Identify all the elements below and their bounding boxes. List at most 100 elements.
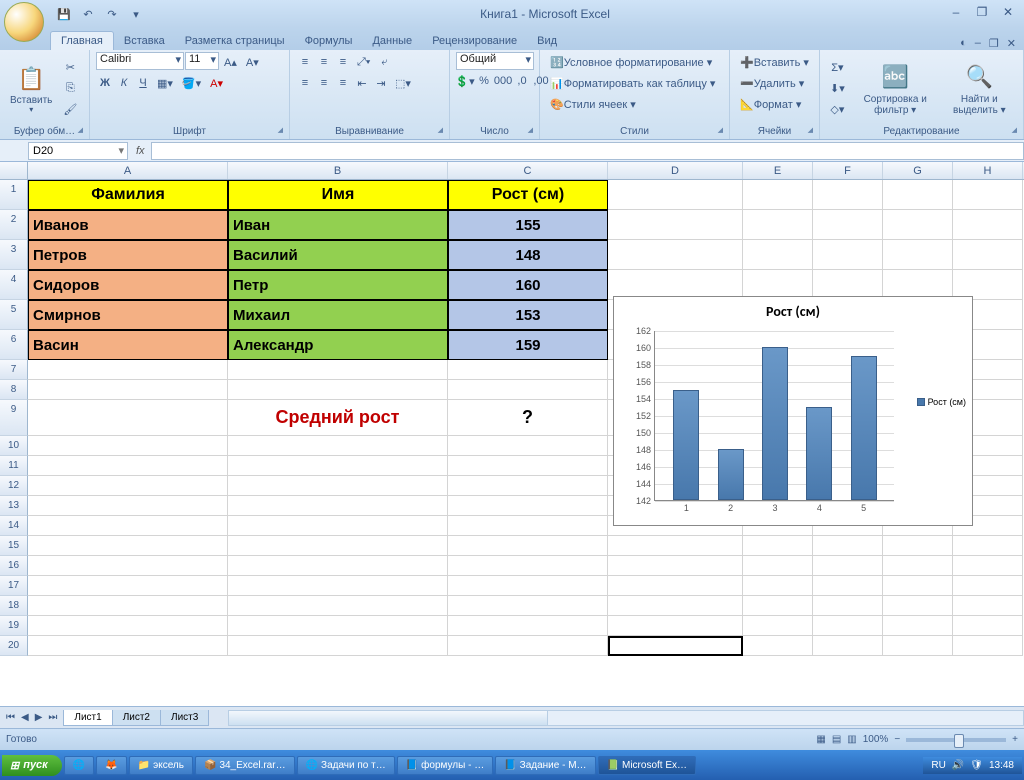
delete-cells-button[interactable]: ➖ Удалить ▾: [736, 73, 813, 93]
cell-G3[interactable]: [883, 240, 953, 270]
cell-G16[interactable]: [883, 556, 953, 576]
row-header-10[interactable]: 10: [0, 436, 28, 456]
qat-customize[interactable]: ▾: [126, 4, 146, 24]
cell-H18[interactable]: [953, 596, 1023, 616]
cell-B10[interactable]: [228, 436, 448, 456]
column-header-E[interactable]: E: [743, 162, 813, 179]
cell-C4[interactable]: 160: [448, 270, 608, 300]
cell-A17[interactable]: [28, 576, 228, 596]
cell-B8[interactable]: [228, 380, 448, 400]
zoom-in-button[interactable]: +: [1012, 734, 1018, 745]
cell-G2[interactable]: [883, 210, 953, 240]
cell-A5[interactable]: Смирнов: [28, 300, 228, 330]
cell-F16[interactable]: [813, 556, 883, 576]
embedded-chart[interactable]: Рост (см) 142144146148150152154156158160…: [613, 296, 973, 526]
cell-D16[interactable]: [608, 556, 743, 576]
cell-A11[interactable]: [28, 456, 228, 476]
cell-A20[interactable]: [28, 636, 228, 656]
conditional-formatting-button[interactable]: 🔢 Условное форматирование ▾: [546, 52, 723, 72]
increase-indent-button[interactable]: ⇥: [372, 73, 390, 93]
cell-H17[interactable]: [953, 576, 1023, 596]
row-header-8[interactable]: 8: [0, 380, 28, 400]
cell-C7[interactable]: [448, 360, 608, 380]
decrease-font-button[interactable]: A▾: [242, 52, 263, 72]
zoom-out-button[interactable]: −: [894, 734, 900, 745]
row-header-6[interactable]: 6: [0, 330, 28, 360]
fill-button[interactable]: ⬇▾: [826, 79, 849, 99]
taskbar-item-6[interactable]: 📗 Microsoft Ex…: [598, 756, 696, 775]
cell-A9[interactable]: [28, 400, 228, 436]
view-page-layout-button[interactable]: ▤: [832, 734, 841, 745]
cell-B18[interactable]: [228, 596, 448, 616]
cell-B11[interactable]: [228, 456, 448, 476]
cell-D3[interactable]: [608, 240, 743, 270]
cell-F17[interactable]: [813, 576, 883, 596]
worksheet-grid[interactable]: ABCDEFGH Рост (см) 142144146148150152154…: [0, 162, 1024, 706]
cell-E18[interactable]: [743, 596, 813, 616]
cell-D17[interactable]: [608, 576, 743, 596]
system-tray[interactable]: RU 🔊 🛡 13:48: [923, 757, 1022, 774]
taskbar-item-2[interactable]: 📦 34_Excel.rar…: [195, 756, 295, 775]
cell-F19[interactable]: [813, 616, 883, 636]
row-header-3[interactable]: 3: [0, 240, 28, 270]
cell-B6[interactable]: Александр: [228, 330, 448, 360]
taskbar-item-5[interactable]: 📘 Задание - М…: [495, 756, 595, 775]
copy-button[interactable]: ⎘: [59, 79, 81, 99]
cell-C14[interactable]: [448, 516, 608, 536]
cell-H20[interactable]: [953, 636, 1023, 656]
cell-E16[interactable]: [743, 556, 813, 576]
cell-B2[interactable]: Иван: [228, 210, 448, 240]
zoom-slider[interactable]: [906, 738, 1006, 742]
cell-A16[interactable]: [28, 556, 228, 576]
decrease-indent-button[interactable]: ⇤: [353, 73, 371, 93]
border-button[interactable]: ▦▾: [153, 73, 177, 93]
cell-B7[interactable]: [228, 360, 448, 380]
cell-C9[interactable]: ?: [448, 400, 608, 436]
cell-H19[interactable]: [953, 616, 1023, 636]
cell-A6[interactable]: Васин: [28, 330, 228, 360]
row-header-4[interactable]: 4: [0, 270, 28, 300]
restore-button[interactable]: ❐: [970, 5, 994, 23]
tab-home[interactable]: Главная: [50, 31, 114, 50]
cell-C5[interactable]: 153: [448, 300, 608, 330]
mdi-restore[interactable]: ❐: [989, 37, 999, 50]
cell-B4[interactable]: Петр: [228, 270, 448, 300]
cell-C1[interactable]: Рост (см): [448, 180, 608, 210]
row-header-12[interactable]: 12: [0, 476, 28, 496]
tray-lang[interactable]: RU: [931, 760, 945, 771]
cell-H2[interactable]: [953, 210, 1023, 240]
tab-page-layout[interactable]: Разметка страницы: [175, 32, 295, 50]
cell-A12[interactable]: [28, 476, 228, 496]
cell-E1[interactable]: [743, 180, 813, 210]
align-bottom-button[interactable]: ≡: [334, 52, 352, 72]
cell-C2[interactable]: 155: [448, 210, 608, 240]
cell-C12[interactable]: [448, 476, 608, 496]
cell-A10[interactable]: [28, 436, 228, 456]
cell-A15[interactable]: [28, 536, 228, 556]
cell-F2[interactable]: [813, 210, 883, 240]
cell-D20[interactable]: [608, 636, 743, 656]
percent-button[interactable]: %: [475, 71, 493, 91]
cell-G1[interactable]: [883, 180, 953, 210]
find-select-button[interactable]: 🔍Найти и выделить ▾: [942, 60, 1017, 118]
cell-C3[interactable]: 148: [448, 240, 608, 270]
cell-A19[interactable]: [28, 616, 228, 636]
column-header-F[interactable]: F: [813, 162, 883, 179]
cell-C11[interactable]: [448, 456, 608, 476]
comma-button[interactable]: 000: [494, 71, 512, 91]
cell-E2[interactable]: [743, 210, 813, 240]
tab-view[interactable]: Вид: [527, 32, 567, 50]
cell-B5[interactable]: Михаил: [228, 300, 448, 330]
cell-A13[interactable]: [28, 496, 228, 516]
fill-color-button[interactable]: 🪣▾: [178, 73, 205, 93]
cell-A4[interactable]: Сидоров: [28, 270, 228, 300]
cell-B17[interactable]: [228, 576, 448, 596]
column-header-B[interactable]: B: [228, 162, 448, 179]
view-page-break-button[interactable]: ▥: [847, 734, 856, 745]
format-cells-button[interactable]: 📐 Формат ▾: [736, 94, 813, 114]
start-button[interactable]: ⊞ пуск: [2, 755, 62, 776]
cell-A1[interactable]: Фамилия: [28, 180, 228, 210]
orientation-button[interactable]: ⤢▾: [353, 52, 374, 72]
cell-F3[interactable]: [813, 240, 883, 270]
cell-D1[interactable]: [608, 180, 743, 210]
